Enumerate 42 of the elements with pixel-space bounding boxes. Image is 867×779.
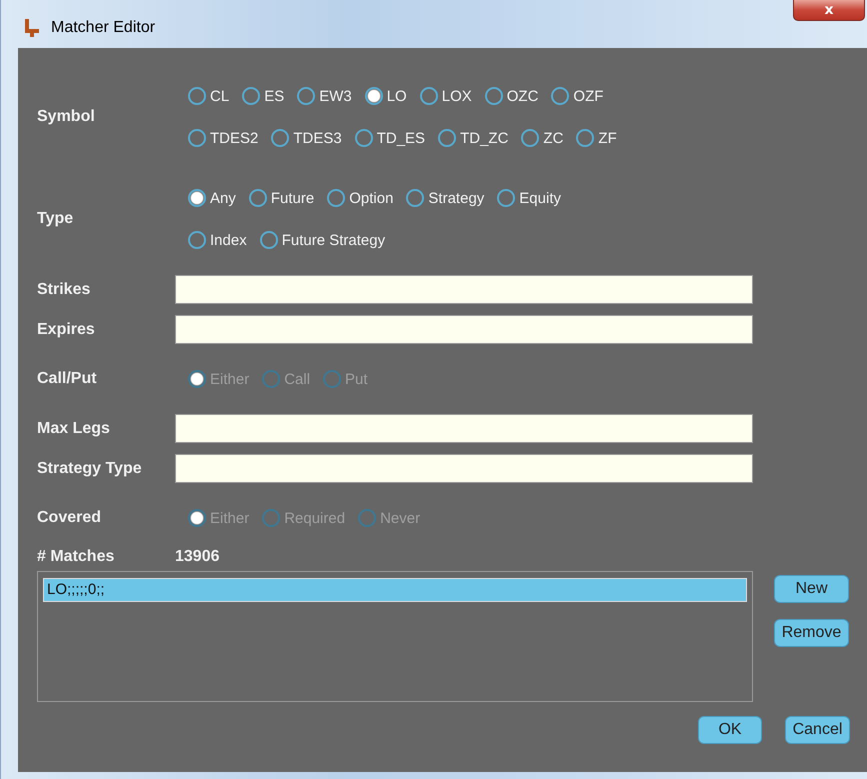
radio-option[interactable]: Strategy <box>406 183 484 213</box>
field-label: Expires <box>37 320 96 338</box>
field-label: Max Legs <box>37 420 111 438</box>
radio-option[interactable]: Option <box>327 183 394 213</box>
field-label: Symbol <box>37 108 96 126</box>
radio-option[interactable]: Equity <box>497 183 561 213</box>
dialog-button[interactable]: Cancel <box>785 716 850 744</box>
radio-option[interactable]: TD_ES <box>354 123 426 153</box>
radio-option[interactable]: CL <box>188 81 230 111</box>
list-button[interactable]: New <box>774 575 849 603</box>
radio-option[interactable]: OZC <box>484 81 538 111</box>
radio-option[interactable]: Any <box>188 183 236 213</box>
window-title: Matcher Editor <box>51 19 156 37</box>
list-item[interactable]: LO;;;;;0;; <box>43 578 747 602</box>
radio-option[interactable]: ZF <box>576 123 617 153</box>
app-icon <box>22 18 40 38</box>
field-label: Strategy Type <box>37 460 143 478</box>
radio-option[interactable]: LO <box>364 81 407 111</box>
text-field[interactable] <box>175 315 753 344</box>
radio-option[interactable]: TDES3 <box>271 123 342 153</box>
radio-option[interactable]: TDES2 <box>188 123 258 153</box>
radio-option[interactable]: TD_ZC <box>438 123 508 153</box>
match-count: 13906 <box>175 548 220 566</box>
dialog-button[interactable]: OK <box>698 716 762 744</box>
text-field[interactable] <box>175 414 753 443</box>
field-label: Covered <box>37 509 102 527</box>
field-label: Type <box>37 210 74 228</box>
radio-option[interactable]: ES <box>242 81 284 111</box>
radio-option[interactable]: Index <box>188 225 247 255</box>
field-label: # Matches <box>37 548 116 566</box>
text-field[interactable] <box>175 454 753 483</box>
radio-option[interactable]: Future Strategy <box>260 225 386 255</box>
radio-option[interactable]: EW3 <box>297 81 352 111</box>
radio-option[interactable]: Future <box>248 183 314 213</box>
radio-option[interactable]: OZF <box>551 81 604 111</box>
field-label: Call/Put <box>37 370 98 388</box>
close-button[interactable]: x <box>793 0 865 21</box>
list-button[interactable]: Remove <box>774 619 849 647</box>
radio-option[interactable]: ZC <box>521 123 564 153</box>
text-field[interactable] <box>175 275 753 304</box>
field-label: Strikes <box>37 280 92 298</box>
radio-option[interactable]: LOX <box>420 81 472 111</box>
